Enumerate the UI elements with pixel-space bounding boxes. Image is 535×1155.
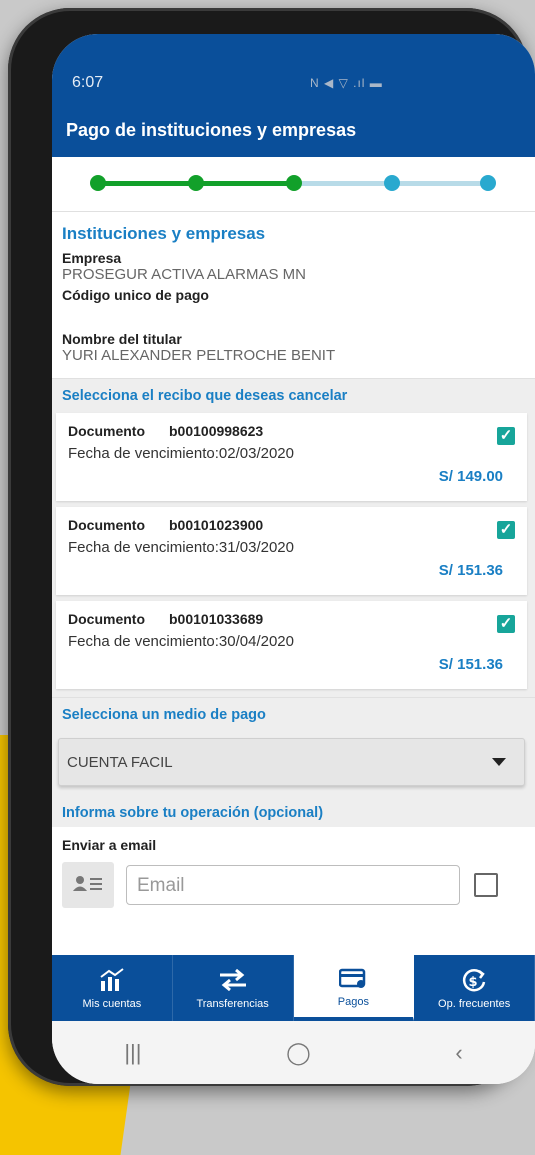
receipt-card[interactable]: Documento b00101023900 Fecha de vencimien… <box>56 507 527 595</box>
transfer-arrows-icon <box>218 966 248 994</box>
document-line: Documento b00101033689 <box>68 611 517 627</box>
contact-list-icon <box>73 874 103 897</box>
contact-picker-button[interactable] <box>62 862 114 908</box>
status-icons: N ◀ ▽ .ıl ▬ <box>310 76 383 90</box>
svg-text:$: $ <box>469 975 478 990</box>
document-label: Documento <box>68 423 145 439</box>
status-time: 6:07 <box>72 74 104 91</box>
nav-pagos[interactable]: Pagos <box>293 955 415 1021</box>
due-date: Fecha de vencimiento:30/04/2020 <box>68 633 294 650</box>
document-line: Documento b00101023900 <box>68 517 517 533</box>
payment-method-value: CUENTA FACIL <box>67 753 173 771</box>
company-label: Empresa <box>62 250 122 266</box>
payment-code-label: Código unico de pago <box>62 287 209 303</box>
system-navigation: ||| ◯ ‹ <box>52 1021 535 1084</box>
holder-value: YURI ALEXANDER PELTROCHE BENIT <box>62 347 336 364</box>
phone-frame: 6:07 N ◀ ▽ .ıl ▬ Pago de instituciones y… <box>8 8 535 1086</box>
receipts-list: Documento b00100998623 Fecha de vencimien… <box>52 413 535 697</box>
receipt-amount: S/ 151.36 <box>438 562 503 579</box>
nav-op-frecuentes[interactable]: $ Op. frecuentes <box>414 955 535 1021</box>
document-number: b00100998623 <box>169 423 264 439</box>
email-row: Email <box>52 859 535 911</box>
section-title: Instituciones y empresas <box>62 224 266 243</box>
payment-method-wrap: CUENTA FACIL <box>52 732 535 796</box>
receipt-amount: S/ 149.00 <box>438 468 503 485</box>
status-bar: 6:07 N ◀ ▽ .ıl ▬ <box>52 34 535 104</box>
phone-screen: 6:07 N ◀ ▽ .ıl ▬ Pago de instituciones y… <box>52 34 535 1084</box>
chevron-down-icon <box>492 758 506 766</box>
nav-label: Transferencias <box>196 998 269 1010</box>
step-4 <box>384 175 400 191</box>
document-label: Documento <box>68 517 145 533</box>
institution-section: Instituciones y empresas Empresa PROSEGU… <box>52 212 535 378</box>
document-label: Documento <box>68 611 145 627</box>
progress-stepper <box>52 157 535 212</box>
email-label: Enviar a email <box>62 837 157 853</box>
email-checkbox[interactable] <box>474 873 498 897</box>
page-title: Pago de instituciones y empresas <box>66 120 357 140</box>
step-3 <box>286 175 302 191</box>
step-2 <box>188 175 204 191</box>
receipt-checkbox[interactable]: ✓ <box>497 427 515 445</box>
recent-apps-icon[interactable]: ||| <box>124 1040 141 1066</box>
nav-label: Pagos <box>337 996 369 1008</box>
nav-label: Mis cuentas <box>82 998 142 1010</box>
holder-label: Nombre del titular <box>62 331 182 347</box>
email-input[interactable]: Email <box>126 865 460 905</box>
frequent-ops-icon: $ <box>460 966 488 994</box>
due-date: Fecha de vencimiento:02/03/2020 <box>68 445 294 462</box>
document-number: b00101033689 <box>169 611 264 627</box>
card-payment-icon <box>339 964 367 992</box>
company-value: PROSEGUR ACTIVA ALARMAS MN <box>62 266 306 283</box>
receipt-card[interactable]: Documento b00101033689 Fecha de vencimien… <box>56 601 527 689</box>
receipt-card[interactable]: Documento b00100998623 Fecha de vencimien… <box>56 413 527 501</box>
receipts-header: Selecciona el recibo que deseas cancelar <box>52 378 535 413</box>
home-icon[interactable]: ◯ <box>286 1040 311 1066</box>
document-line: Documento b00100998623 <box>68 423 517 439</box>
receipt-amount: S/ 151.36 <box>438 656 503 673</box>
step-1 <box>90 175 106 191</box>
step-5 <box>480 175 496 191</box>
bottom-navigation: Mis cuentas Transferencias Pagos $ Op. f… <box>52 955 535 1021</box>
nav-transferencias[interactable]: Transferencias <box>173 955 294 1021</box>
payment-method-header: Selecciona un medio de pago <box>52 697 535 732</box>
nav-label: Op. frecuentes <box>438 998 511 1010</box>
document-number: b00101023900 <box>169 517 264 533</box>
receipt-checkbox[interactable]: ✓ <box>497 615 515 633</box>
app-bar: Pago de instituciones y empresas <box>52 104 535 157</box>
payment-method-select[interactable]: CUENTA FACIL <box>58 738 525 786</box>
operation-info-header: Informa sobre tu operación (opcional) <box>52 796 535 827</box>
nav-mis-cuentas[interactable]: Mis cuentas <box>52 955 173 1021</box>
due-date: Fecha de vencimiento:31/03/2020 <box>68 539 294 556</box>
back-icon[interactable]: ‹ <box>455 1040 462 1066</box>
receipt-checkbox[interactable]: ✓ <box>497 521 515 539</box>
accounts-chart-icon <box>99 966 125 994</box>
